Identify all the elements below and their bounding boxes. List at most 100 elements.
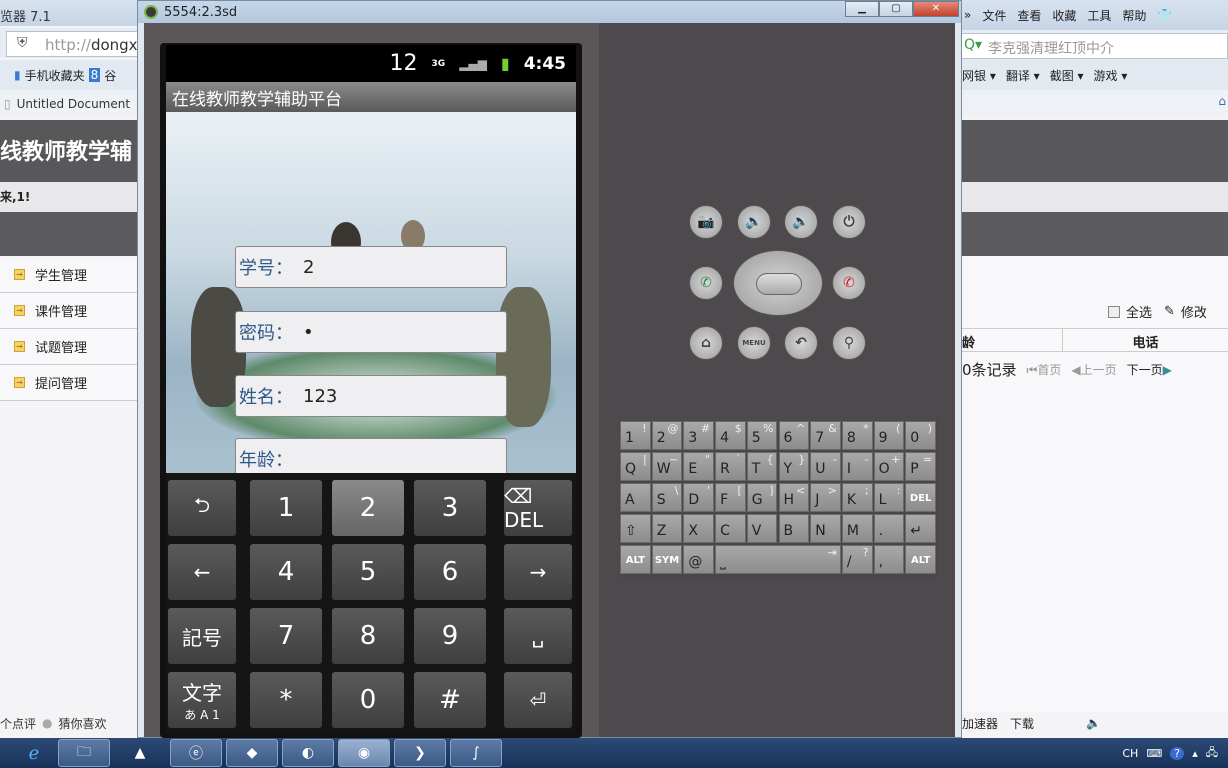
keyboard-key[interactable]: X <box>683 514 715 543</box>
favorite-google[interactable]: 谷 <box>104 67 116 84</box>
keyboard-key[interactable]: 2 @ <box>651 421 683 450</box>
home-button[interactable]: ⌂ <box>689 326 723 360</box>
keyboard-key[interactable]: 6 ^ <box>778 421 810 450</box>
tool-screenshot[interactable]: 截图 ▾ <box>1050 67 1084 84</box>
sidebar-item-students[interactable]: → 学生管理 <box>0 257 137 293</box>
keyboard-key[interactable]: Q | <box>620 452 651 481</box>
keyboard-key[interactable]: . <box>873 514 905 543</box>
volume-down-button[interactable]: 🔉 <box>737 205 771 239</box>
taskbar-browser[interactable]: ⓔ <box>170 739 222 767</box>
ime-key[interactable]: 6 <box>414 544 486 600</box>
ime-key[interactable]: ← <box>168 544 236 600</box>
taskbar-emulator[interactable]: ◉ <box>338 739 390 767</box>
ime-key[interactable]: 文字あ A 1 <box>168 672 236 728</box>
keyboard-key[interactable]: SYM <box>651 545 683 574</box>
prev-page-link[interactable]: ◀上一页 <box>1071 361 1116 378</box>
keyboard-key[interactable]: A <box>620 483 651 512</box>
taskbar-app[interactable]: ▲ <box>114 739 166 767</box>
keyboard-key[interactable]: ALT <box>620 545 651 574</box>
keyboard-key[interactable]: Z <box>651 514 683 543</box>
input-language[interactable]: CH <box>1122 747 1138 760</box>
tool-games[interactable]: 游戏 ▾ <box>1094 67 1128 84</box>
keyboard-key[interactable]: ⎵ ⇥ <box>715 545 841 574</box>
tray-expand-icon[interactable]: ▴ <box>1192 747 1198 760</box>
menu-button[interactable]: MENU <box>737 326 771 360</box>
keyboard-key[interactable]: Y} <box>778 452 810 481</box>
dpad-center[interactable] <box>756 273 802 295</box>
menu-tools[interactable]: 工具 <box>1087 7 1111 24</box>
sidebar-item-courseware[interactable]: → 课件管理 <box>0 293 137 329</box>
status-reviews[interactable]: 个点评 <box>0 715 36 732</box>
keyboard-key[interactable]: R ` <box>715 452 746 481</box>
keyboard-key[interactable]: B <box>778 514 810 543</box>
keyboard-key[interactable]: 1! <box>620 421 651 450</box>
speaker-icon[interactable]: 🔈 <box>1086 716 1101 730</box>
ime-key[interactable]: 3 <box>414 480 486 536</box>
favorite-mobile[interactable]: 手机收藏夹 <box>25 67 85 84</box>
ie-icon[interactable]: ℯ <box>14 739 54 767</box>
taskbar-app[interactable]: ∫ <box>450 739 502 767</box>
keyboard-key[interactable]: , <box>873 545 905 574</box>
first-page-link[interactable]: ⏮首页 <box>1027 361 1062 378</box>
menu-help[interactable]: 帮助 <box>1122 7 1146 24</box>
keyboard-key[interactable]: 3 # <box>683 421 715 450</box>
ime-key[interactable]: 0 <box>332 672 404 728</box>
keyboard-key[interactable]: ↵ <box>905 514 936 543</box>
keyboard-key[interactable]: J > <box>810 483 841 512</box>
ime-key[interactable]: ⌫ DEL <box>504 480 572 536</box>
password-field[interactable]: 密码： • <box>235 311 507 353</box>
ime-key[interactable]: 9 <box>414 608 486 664</box>
keyboard-key[interactable]: 4 $ <box>715 421 746 450</box>
name-field[interactable]: 姓名： 123 <box>235 375 507 417</box>
status-accelerator[interactable]: 加速器 <box>962 715 998 732</box>
keyboard-key[interactable]: H < <box>778 483 810 512</box>
browser-tab[interactable]: ▯ Untitled Document <box>0 90 137 118</box>
keyboard-key[interactable]: U- <box>810 452 841 481</box>
sidebar-item-questions[interactable]: → 试题管理 <box>0 329 137 365</box>
edit-button[interactable]: 修改 <box>1181 302 1207 321</box>
ime-key[interactable]: 2 <box>332 480 404 536</box>
ime-key[interactable]: 7 <box>250 608 322 664</box>
keyboard-key[interactable]: 8 * <box>841 421 873 450</box>
keyboard-icon[interactable]: ⌨ <box>1146 747 1162 760</box>
search-box[interactable]: Q▾ 李克强清理红顶中介 <box>962 30 1228 60</box>
status-guess[interactable]: 猜你喜欢 <box>59 715 107 732</box>
ime-key[interactable]: → <box>504 544 572 600</box>
ime-key[interactable]: 5 <box>332 544 404 600</box>
keyboard-key[interactable]: N <box>810 514 841 543</box>
keyboard-key[interactable]: ⇧ <box>620 514 651 543</box>
menu-file[interactable]: 文件 <box>982 7 1006 24</box>
ime-key[interactable]: 8 <box>332 608 404 664</box>
tool-bank[interactable]: 网银 ▾ <box>962 67 996 84</box>
minimize-button[interactable]: ▁ <box>845 1 879 17</box>
keyboard-key[interactable]: S \ <box>651 483 683 512</box>
keyboard-key[interactable]: DEL <box>905 483 936 512</box>
taskbar-eclipse[interactable]: ◐ <box>282 739 334 767</box>
ime-key[interactable]: * <box>250 672 322 728</box>
status-download[interactable]: 下载 <box>1010 715 1034 732</box>
keyboard-key[interactable]: T{ <box>746 452 778 481</box>
student-id-field[interactable]: 学号： 2 <box>235 246 507 288</box>
ime-key[interactable]: ␣ <box>504 608 572 664</box>
maximize-button[interactable]: ▢ <box>879 1 913 17</box>
skin-icon[interactable]: 👕 <box>1157 8 1172 22</box>
keyboard-key[interactable]: G] <box>746 483 778 512</box>
ime-key[interactable]: 記号 <box>168 608 236 664</box>
search-button[interactable]: ⚲ <box>832 326 866 360</box>
keyboard-key[interactable]: 0) <box>905 421 936 450</box>
keyboard-key[interactable]: P = <box>905 452 936 481</box>
age-field[interactable]: 年龄： <box>235 438 507 473</box>
menu-more[interactable]: » <box>964 8 971 22</box>
close-button[interactable]: ✕ <box>913 1 959 17</box>
keyboard-key[interactable]: F[ <box>715 483 746 512</box>
volume-up-button[interactable]: 🔊 <box>784 205 818 239</box>
menu-view[interactable]: 查看 <box>1017 7 1041 24</box>
keyboard-key[interactable]: W ~ <box>651 452 683 481</box>
sidebar-item-asks[interactable]: → 提问管理 <box>0 365 137 401</box>
ime-key[interactable]: 1 <box>250 480 322 536</box>
menu-favorites[interactable]: 收藏 <box>1052 7 1076 24</box>
select-all-checkbox[interactable] <box>1108 305 1120 318</box>
keyboard-key[interactable]: L: <box>873 483 905 512</box>
next-page-link[interactable]: 下一页▶ <box>1127 361 1172 378</box>
dpad[interactable] <box>733 250 823 316</box>
